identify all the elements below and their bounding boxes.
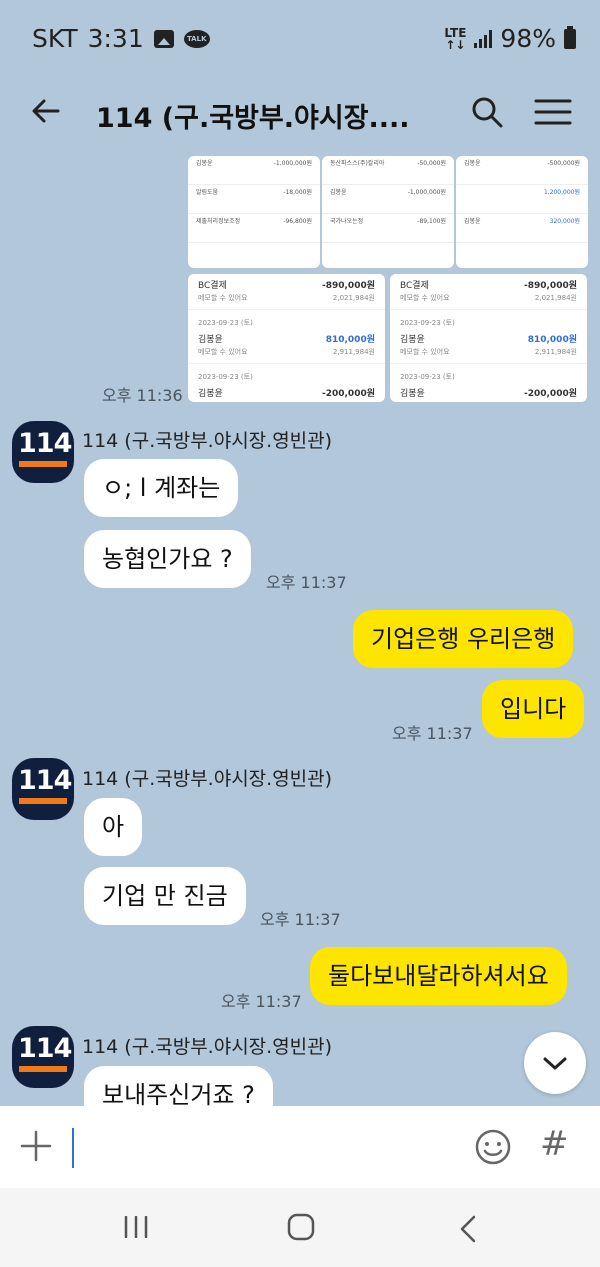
avatar[interactable]: 114 (12, 421, 74, 483)
message-bubble[interactable]: 기업 만 진금 (84, 867, 246, 925)
my-message-bubble[interactable]: 입니다 (482, 680, 585, 738)
status-left: SKT 3:31 TALK (32, 24, 210, 53)
menu-icon[interactable] (534, 98, 572, 126)
message-time: 오후 11:36 (102, 386, 183, 405)
message-time: 오후 11:37 (260, 910, 341, 929)
thumbnail-image[interactable]: 김봉윤 -1,000,000원 알림도움 -18,000원 제출처리정보조정 -96,… (188, 156, 320, 268)
chat-header: 114 (구.국방부.야시장.... (0, 70, 600, 156)
hash-icon[interactable]: # (540, 1124, 569, 1164)
clock: 3:31 (87, 24, 144, 53)
search-icon[interactable] (470, 95, 504, 129)
kakaotalk-icon: TALK (183, 29, 210, 48)
gallery-icon (153, 29, 174, 48)
message-time: 오후 11:37 (392, 724, 473, 743)
status-right: LTE ↑↓ 98% (444, 24, 576, 53)
message-bubble[interactable]: ㅇ; l 계좌는 (84, 459, 239, 517)
message-bubble[interactable]: 아 (84, 798, 143, 856)
carrier-label: SKT (32, 24, 78, 53)
battery-percent: 98% (500, 24, 556, 53)
sender-name: 114 (구.국방부.야시장.영빈관) (82, 768, 333, 790)
message-input-bar: # (0, 1106, 600, 1188)
sender-name: 114 (구.국방부.야시장.영빈관) (82, 430, 333, 452)
message-bubble[interactable]: 농협인가요 ? (84, 530, 251, 588)
avatar[interactable]: 114 (12, 758, 74, 820)
home-icon[interactable] (287, 1213, 315, 1241)
message-time: 오후 11:37 (221, 992, 302, 1011)
recent-apps-icon[interactable] (122, 1216, 150, 1238)
my-message-bubble[interactable]: 둘다보내달라하셔서요 (310, 947, 567, 1005)
thumbnail-image[interactable]: 동산파스스(주)칼리아 -50,000원 김봉윤 -1,000,000원 국가나오는… (322, 156, 454, 268)
back-icon[interactable] (458, 1215, 478, 1243)
chat-area[interactable]: 김봉윤 -1,000,000원 알림도움 -18,000원 제출처리정보조정 -96,… (0, 156, 600, 1106)
signal-icon (474, 29, 493, 48)
avatar[interactable]: 114 (12, 1026, 74, 1088)
chevron-down-icon (543, 1057, 567, 1070)
status-bar: SKT 3:31 TALK LTE ↑↓ 98% (0, 0, 600, 70)
battery-icon (564, 25, 576, 49)
thumbnail-image[interactable]: 김봉윤 -500,000원 1,200,000원 김봉윤 320,000원 (456, 156, 588, 268)
emoji-icon[interactable] (474, 1128, 512, 1166)
message-bubble[interactable]: 보내주신거죠 ? (84, 1066, 273, 1106)
my-message-bubble[interactable]: 기업은행 우리은행 (353, 610, 574, 668)
thumbnail-image[interactable]: BC결제 -890,000원 메모할 수 있어요 2,021,984원 2023-0… (390, 274, 587, 402)
lte-icon: LTE ↑↓ (444, 25, 467, 52)
message-time: 오후 11:37 (266, 573, 347, 592)
message-input[interactable] (72, 1128, 74, 1168)
chat-title: 114 (구.국방부.야시장.... (96, 103, 410, 134)
back-arrow-icon[interactable] (30, 95, 62, 127)
plus-icon[interactable] (20, 1130, 52, 1162)
sender-name: 114 (구.국방부.야시장.영빈관) (82, 1036, 333, 1058)
thumbnail-image[interactable]: BC결제 -890,000원 메모할 수 있어요 2,021,984원 2023-0… (188, 274, 385, 402)
system-nav-bar (0, 1188, 600, 1267)
scroll-to-bottom-button[interactable] (524, 1032, 586, 1094)
